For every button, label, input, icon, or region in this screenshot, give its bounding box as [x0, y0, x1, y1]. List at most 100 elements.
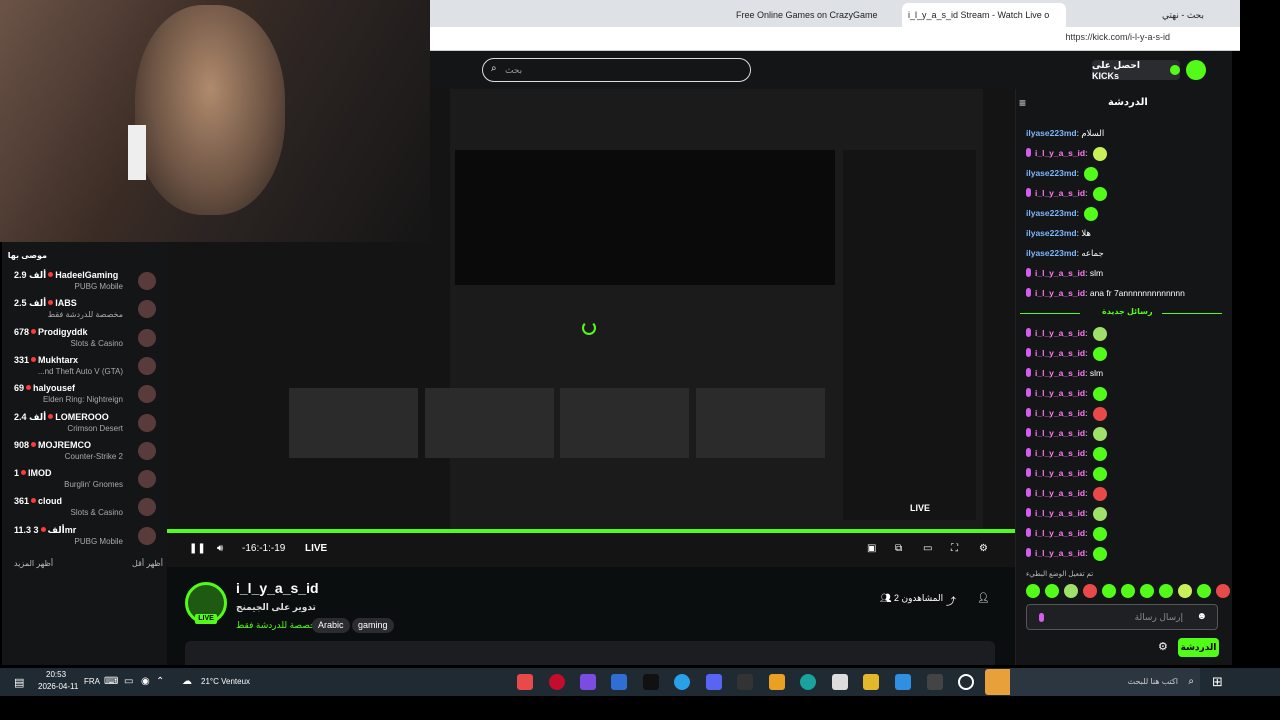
emote-icon[interactable] — [1026, 584, 1040, 598]
recommended-channel[interactable]: 2.9 ألف HadeelGaming PUBG Mobile — [2, 268, 167, 296]
chat-settings-icon[interactable]: ⚙ — [1158, 640, 1168, 653]
emote-icon[interactable] — [1121, 584, 1135, 598]
get-kicks-button[interactable]: احصل على KICKs — [1092, 60, 1180, 81]
taskbar-search[interactable]: اكتب هنا للبحث ⌕ — [1010, 668, 1200, 696]
url-text: https://kick.com/i-l-y-a-s-id — [1065, 32, 1170, 42]
search-input[interactable]: ⌕ بحث — [482, 58, 751, 82]
channel-name[interactable]: i_l_y_a_s_id — [236, 580, 319, 596]
chat-username[interactable]: ilyase223md — [1026, 168, 1077, 178]
app-icon[interactable] — [769, 674, 785, 690]
chat-username[interactable]: ilyase223md — [1026, 208, 1077, 218]
record-icon[interactable]: ◉ — [141, 676, 150, 687]
recommended-channel[interactable]: 69 halyousef Elden Ring: Nightreign — [2, 381, 167, 409]
player-live-label[interactable]: LIVE — [305, 543, 327, 554]
app-icon[interactable] — [895, 674, 911, 690]
recommended-channel[interactable]: 11.3 ألف3mr PUBG Mobile — [2, 523, 167, 551]
notification-icon[interactable]: ▤ — [14, 676, 24, 689]
chat-username[interactable]: ilyase223md — [1026, 128, 1077, 138]
channel-avatar-icon — [138, 413, 156, 432]
pip-icon[interactable]: ▣ — [867, 543, 876, 554]
pause-icon[interactable]: ❚❚ — [189, 543, 206, 554]
discord-icon[interactable] — [706, 674, 722, 690]
live-dot-icon — [31, 498, 37, 504]
recommended-channel[interactable]: 908 MOJREMCO Counter-Strike 2 — [2, 438, 167, 466]
emote-icon[interactable] — [1140, 584, 1154, 598]
chat-username[interactable]: i_l_y_a_s_id — [1035, 288, 1085, 298]
opera-gx-icon[interactable] — [517, 674, 533, 690]
recommended-channel[interactable]: 1 IMOD Burglin' Gnomes — [2, 466, 167, 494]
chat-username[interactable]: i_l_y_a_s_id — [1035, 368, 1085, 378]
chat-username[interactable]: i_l_y_a_s_id — [1035, 268, 1085, 278]
emote-icon[interactable] — [1197, 584, 1211, 598]
language-indicator[interactable]: FRA — [84, 677, 100, 686]
app-icon[interactable] — [580, 674, 596, 690]
fullscreen-icon[interactable]: ⛶ — [951, 543, 958, 554]
emote-icon[interactable] — [1064, 584, 1078, 598]
emote-icon[interactable] — [1083, 584, 1097, 598]
chat-username[interactable]: i_l_y_a_s_id — [1035, 148, 1085, 158]
app-icon[interactable] — [611, 674, 627, 690]
emote-icon[interactable] — [1159, 584, 1173, 598]
opera-icon[interactable] — [549, 674, 565, 690]
recommended-channel[interactable]: 331 Mukhtarx ...nd Theft Auto V (GTA) — [2, 353, 167, 381]
emote-icon[interactable] — [1178, 584, 1192, 598]
tab-search[interactable]: بحث - نهتي — [1130, 3, 1210, 27]
tag-arabic[interactable]: Arabic — [312, 618, 350, 633]
recommended-channel[interactable]: 361 cloud Slots & Casino — [2, 494, 167, 522]
chat-username[interactable]: ilyase223md — [1026, 228, 1077, 238]
chat-username[interactable]: i_l_y_a_s_id — [1035, 488, 1085, 498]
chat-username[interactable]: i_l_y_a_s_id — [1035, 188, 1085, 198]
tag-gaming[interactable]: gaming — [352, 618, 394, 633]
chat-username[interactable]: i_l_y_a_s_id — [1035, 328, 1085, 338]
chat-username[interactable]: i_l_y_a_s_id — [1035, 528, 1085, 538]
tiktok-icon[interactable] — [643, 674, 659, 690]
chat-message: i_l_y_a_s_id: — [1026, 186, 1107, 201]
emote-icon[interactable] — [1216, 584, 1230, 598]
settings-gear-icon[interactable]: ⚙ — [979, 543, 988, 554]
chat-username[interactable]: i_l_y_a_s_id — [1035, 388, 1085, 398]
show-more-link[interactable]: أظهر المزيد — [14, 559, 53, 568]
taskbar-search-placeholder: اكتب هنا للبحث — [1127, 677, 1178, 686]
recommended-channel[interactable]: 2.4 ألف LOMEROOO Crimson Desert — [2, 410, 167, 438]
emoji-icon[interactable]: ☻ — [1196, 611, 1207, 622]
share-icon[interactable]: ⤴ — [946, 593, 956, 608]
recommended-channel[interactable]: 2.5 ألف IABS مخصصة للدردشة فقط — [2, 296, 167, 324]
stream-category[interactable]: مخصصة للدردشة فقط — [236, 620, 321, 631]
follow-icon[interactable]: 👤︎ — [977, 593, 990, 604]
clip-icon[interactable]: ⧉ — [895, 543, 902, 554]
tab-crazygames[interactable]: Free Online Games on CrazyGame — [730, 3, 880, 27]
chevron-up-icon[interactable]: ⌃ — [156, 676, 164, 687]
chat-message: i_l_y_a_s_id: slm — [1026, 366, 1103, 380]
chat-username[interactable]: i_l_y_a_s_id — [1035, 348, 1085, 358]
theater-icon[interactable]: ▭ — [923, 543, 932, 554]
chat-username[interactable]: i_l_y_a_s_id — [1035, 408, 1085, 418]
chat-send-button[interactable]: الدردشة — [1178, 638, 1219, 657]
store-icon[interactable] — [832, 674, 848, 690]
cortana-icon[interactable] — [958, 674, 974, 690]
chat-username[interactable]: ilyase223md — [1026, 248, 1077, 258]
collapse-chat-icon[interactable]: ≡ — [1019, 96, 1026, 110]
viewers-icon: 👥︎ — [880, 593, 894, 603]
user-avatar[interactable] — [1186, 60, 1206, 80]
keyboard-icon[interactable]: ⌨ — [104, 676, 118, 687]
chat-username[interactable]: i_l_y_a_s_id — [1035, 468, 1085, 478]
windows-start-icon[interactable]: ⊞ — [1212, 674, 1223, 690]
chat-username[interactable]: i_l_y_a_s_id — [1035, 508, 1085, 518]
chat-username[interactable]: i_l_y_a_s_id — [1035, 428, 1085, 438]
app-icon[interactable] — [737, 674, 753, 690]
edge-icon[interactable] — [800, 674, 816, 690]
folder-icon[interactable] — [863, 674, 879, 690]
task-view-icon[interactable] — [927, 674, 943, 690]
show-less-link[interactable]: أظهر أقل — [132, 559, 163, 568]
emote-icon[interactable] — [1045, 584, 1059, 598]
volume-icon[interactable]: 🔊︎ — [217, 543, 223, 554]
tab-kick-stream[interactable]: i_l_y_a_s_id Stream - Watch Live o — [902, 3, 1066, 27]
display-icon[interactable]: ▭ — [124, 676, 133, 687]
app-icon[interactable] — [674, 674, 690, 690]
chat-username[interactable]: i_l_y_a_s_id — [1035, 548, 1085, 558]
chat-username[interactable]: i_l_y_a_s_id — [1035, 448, 1085, 458]
emote-icon[interactable] — [1102, 584, 1116, 598]
chat-input[interactable]: إرسال رسالة ☻ — [1026, 604, 1218, 630]
recommended-channel[interactable]: 678 Prodigyddk Slots & Casino — [2, 325, 167, 353]
address-bar[interactable]: https://kick.com/i-l-y-a-s-id — [430, 27, 1240, 51]
